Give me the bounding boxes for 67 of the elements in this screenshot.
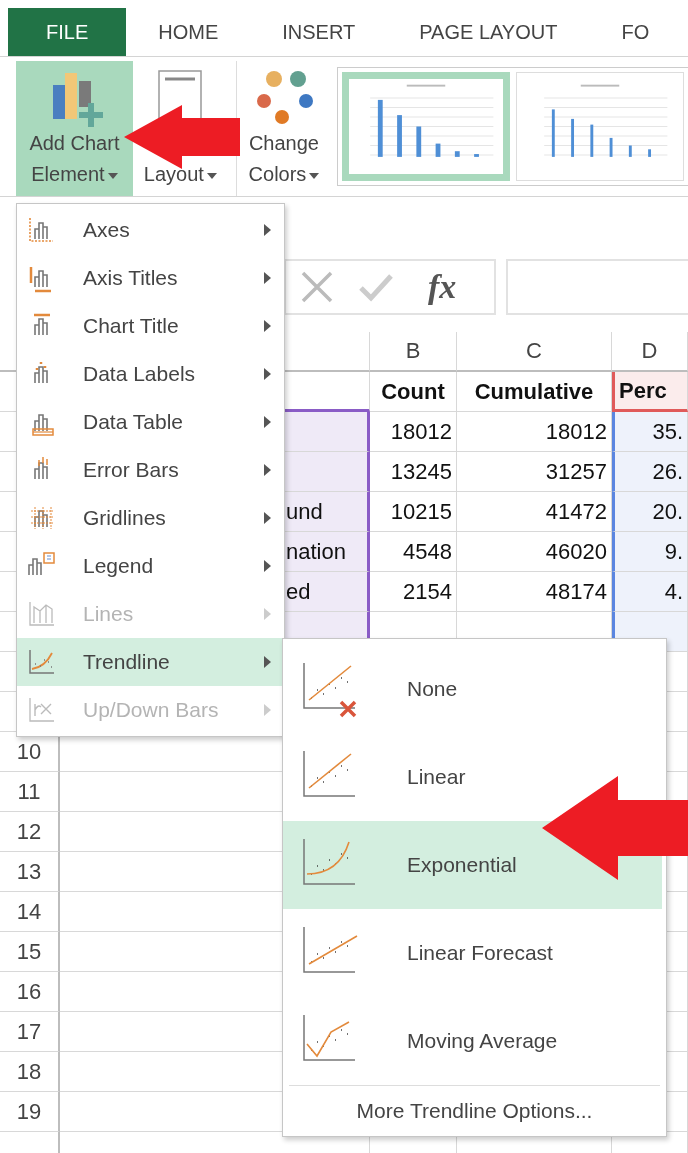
table-cell: 4548 xyxy=(370,532,457,572)
table-cell: 2154 xyxy=(370,572,457,612)
row-header[interactable]: 17 xyxy=(0,1012,60,1052)
dropdown-caret-icon xyxy=(107,172,118,179)
dropdown-caret-icon xyxy=(309,172,320,179)
column-header[interactable]: C xyxy=(457,332,612,372)
trendline-none-icon xyxy=(301,660,359,718)
menu-item[interactable]: Linear Forecast xyxy=(283,909,662,997)
menu-item[interactable]: None xyxy=(283,645,662,733)
table-cell: 4. xyxy=(612,572,688,612)
formula-input[interactable] xyxy=(506,259,688,315)
row-header[interactable]: 19 xyxy=(0,1092,60,1132)
menu-item[interactable]: Data Labels xyxy=(17,350,284,398)
chart-style-option[interactable] xyxy=(516,72,684,181)
menu-item[interactable]: Chart Title xyxy=(17,302,284,350)
menu-item[interactable]: Axes xyxy=(17,206,284,254)
menu-item[interactable]: Axis Titles xyxy=(17,254,284,302)
quick-layout-button[interactable]: Layout xyxy=(143,159,217,190)
row-header[interactable]: 12 xyxy=(0,812,60,852)
submenu-arrow-icon xyxy=(263,703,272,717)
row-header[interactable]: 14 xyxy=(0,892,60,932)
submenu-arrow-icon xyxy=(263,655,272,669)
menu-item[interactable]: Trendline xyxy=(17,638,284,686)
add-chart-button[interactable]: Add Chart Element xyxy=(16,61,133,196)
column-header[interactable]: B xyxy=(370,332,457,372)
table-cell: 10215 xyxy=(370,492,457,532)
submenu-arrow-icon xyxy=(263,463,272,477)
cancel-icon[interactable] xyxy=(300,270,334,304)
more-options-link[interactable]: More Trendline Options... xyxy=(356,1099,593,1123)
submenu-arrow-icon xyxy=(263,511,272,525)
ribbon-tab[interactable]: HOME xyxy=(126,8,251,56)
row-header[interactable]: 11 xyxy=(0,772,60,812)
menu-item[interactable]: Data Table xyxy=(17,398,284,446)
table-cell: 20. xyxy=(612,492,688,532)
submenu-arrow-icon xyxy=(263,607,272,621)
menu-item[interactable]: Linear xyxy=(283,733,662,821)
dropdown-caret-icon xyxy=(206,172,217,179)
insert-function-button[interactable]: fx xyxy=(428,268,457,306)
submenu-arrow-icon xyxy=(263,415,272,429)
row-header[interactable]: 18 xyxy=(0,1052,60,1092)
submenu-arrow-icon xyxy=(263,319,272,333)
table-cell: 9. xyxy=(612,532,688,572)
submenu-arrow-icon xyxy=(263,367,272,381)
table-cell: 13245 xyxy=(370,452,457,492)
row-header[interactable]: 13 xyxy=(0,852,60,892)
colors-button[interactable]: Change Colors xyxy=(248,128,320,190)
table-cell: Count xyxy=(370,372,457,412)
menu-item[interactable]: Moving Average xyxy=(283,997,662,1085)
ribbon-tab[interactable]: FILE xyxy=(8,8,127,56)
lines-icon xyxy=(27,599,57,629)
menu-item[interactable]: Error Bars xyxy=(17,446,284,494)
trendline-icon xyxy=(27,647,57,677)
ribbon-tab[interactable]: FO xyxy=(589,8,682,56)
table-cell: 35. xyxy=(612,412,688,452)
submenu-arrow-icon xyxy=(263,271,272,285)
updown-icon xyxy=(27,695,57,725)
table-cell: 26. xyxy=(612,452,688,492)
row-header[interactable]: 15 xyxy=(0,932,60,972)
submenu-arrow-icon xyxy=(263,223,272,237)
ribbon-tab[interactable]: INSERT xyxy=(250,8,388,56)
ribbon-tab[interactable]: PAGE LAYOUT xyxy=(387,8,590,56)
table-cell: Perc xyxy=(612,372,688,412)
table-cell: 18012 xyxy=(370,412,457,452)
row-header[interactable]: 16 xyxy=(0,972,60,1012)
checkmark-icon[interactable] xyxy=(358,272,394,302)
chart-style-option[interactable] xyxy=(342,72,510,181)
submenu-arrow-icon xyxy=(263,559,272,573)
